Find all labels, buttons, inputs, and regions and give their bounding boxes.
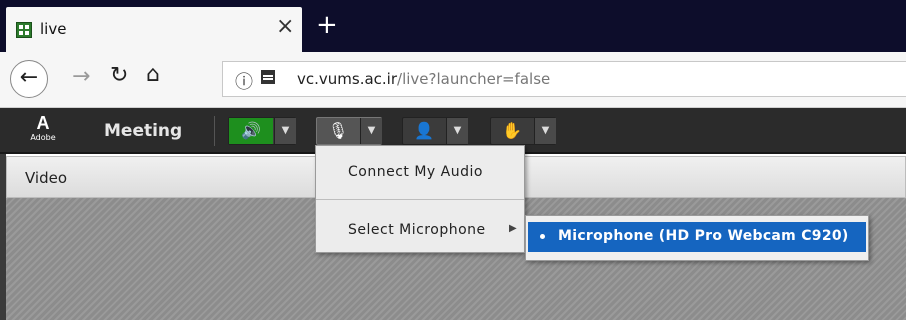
- adobe-logo: A Adobe: [30, 113, 56, 143]
- back-button[interactable]: ←: [10, 60, 48, 98]
- select-microphone-label: Select Microphone: [348, 222, 486, 238]
- adobe-logo-word: Adobe: [30, 133, 56, 142]
- forward-icon[interactable]: →: [72, 66, 90, 88]
- url-path: /live?launcher=false: [397, 70, 551, 88]
- select-microphone-item[interactable]: Select Microphone ▶: [316, 210, 524, 250]
- reload-icon[interactable]: ↻: [110, 65, 128, 87]
- adobe-logo-mark: A: [36, 113, 50, 133]
- microphone-dropdown-icon[interactable]: ▼: [360, 118, 382, 144]
- info-icon[interactable]: ⓘ: [235, 68, 253, 94]
- microphone-submenu: Microphone (HD Pro Webcam C920): [525, 215, 869, 261]
- close-tab-icon[interactable]: ×: [276, 16, 294, 38]
- camera-button[interactable]: 👤 ▼: [402, 117, 468, 145]
- browser-nav-bar: ← → ↻ ⌂ ⓘ vc.vums.ac.ir/live?launcher=fa…: [0, 52, 906, 108]
- back-icon: ←: [19, 65, 39, 90]
- microphone-menu: Connect My Audio Select Microphone ▶: [315, 145, 525, 253]
- submenu-arrow-icon: ▶: [509, 223, 518, 234]
- menu-divider: [316, 199, 524, 200]
- microphone-icon: 🎙: [327, 121, 349, 140]
- home-icon[interactable]: ⌂: [146, 64, 160, 86]
- new-tab-icon[interactable]: +: [316, 12, 338, 38]
- microphone-button[interactable]: 🎙 ▼: [316, 117, 382, 145]
- microphone-option-item[interactable]: Microphone (HD Pro Webcam C920): [528, 222, 866, 252]
- selected-dot-icon: [540, 234, 545, 239]
- favicon-icon: [16, 22, 32, 38]
- toolbar-divider: [214, 116, 215, 146]
- speaker-icon: 🔊: [229, 118, 273, 144]
- raise-hand-icon: ✋: [502, 121, 522, 140]
- connect-my-audio-label: Connect My Audio: [348, 164, 483, 180]
- video-pod-title: Video: [25, 169, 68, 187]
- speaker-dropdown-icon[interactable]: ▼: [274, 118, 296, 144]
- raise-hand-button[interactable]: ✋ ▼: [490, 117, 556, 145]
- browser-tab[interactable]: live ×: [6, 7, 302, 52]
- browser-tab-bar: live × +: [0, 0, 906, 52]
- meeting-menu[interactable]: Meeting: [104, 121, 182, 141]
- connect-my-audio-item[interactable]: Connect My Audio: [316, 152, 524, 192]
- tab-title: live: [40, 20, 67, 38]
- raise-hand-dropdown-icon[interactable]: ▼: [534, 118, 556, 144]
- url-host: vc.vums.ac.ir: [297, 70, 398, 88]
- microphone-option-label: Microphone (HD Pro Webcam C920): [558, 228, 849, 244]
- camera-icon: 👤: [414, 121, 434, 140]
- address-bar[interactable]: ⓘ vc.vums.ac.ir/live?launcher=false: [222, 61, 906, 97]
- url-text[interactable]: vc.vums.ac.ir/live?launcher=false: [297, 70, 550, 88]
- speaker-button[interactable]: 🔊 ▼: [228, 117, 296, 145]
- camera-dropdown-icon[interactable]: ▼: [446, 118, 468, 144]
- page-icon: [261, 70, 275, 84]
